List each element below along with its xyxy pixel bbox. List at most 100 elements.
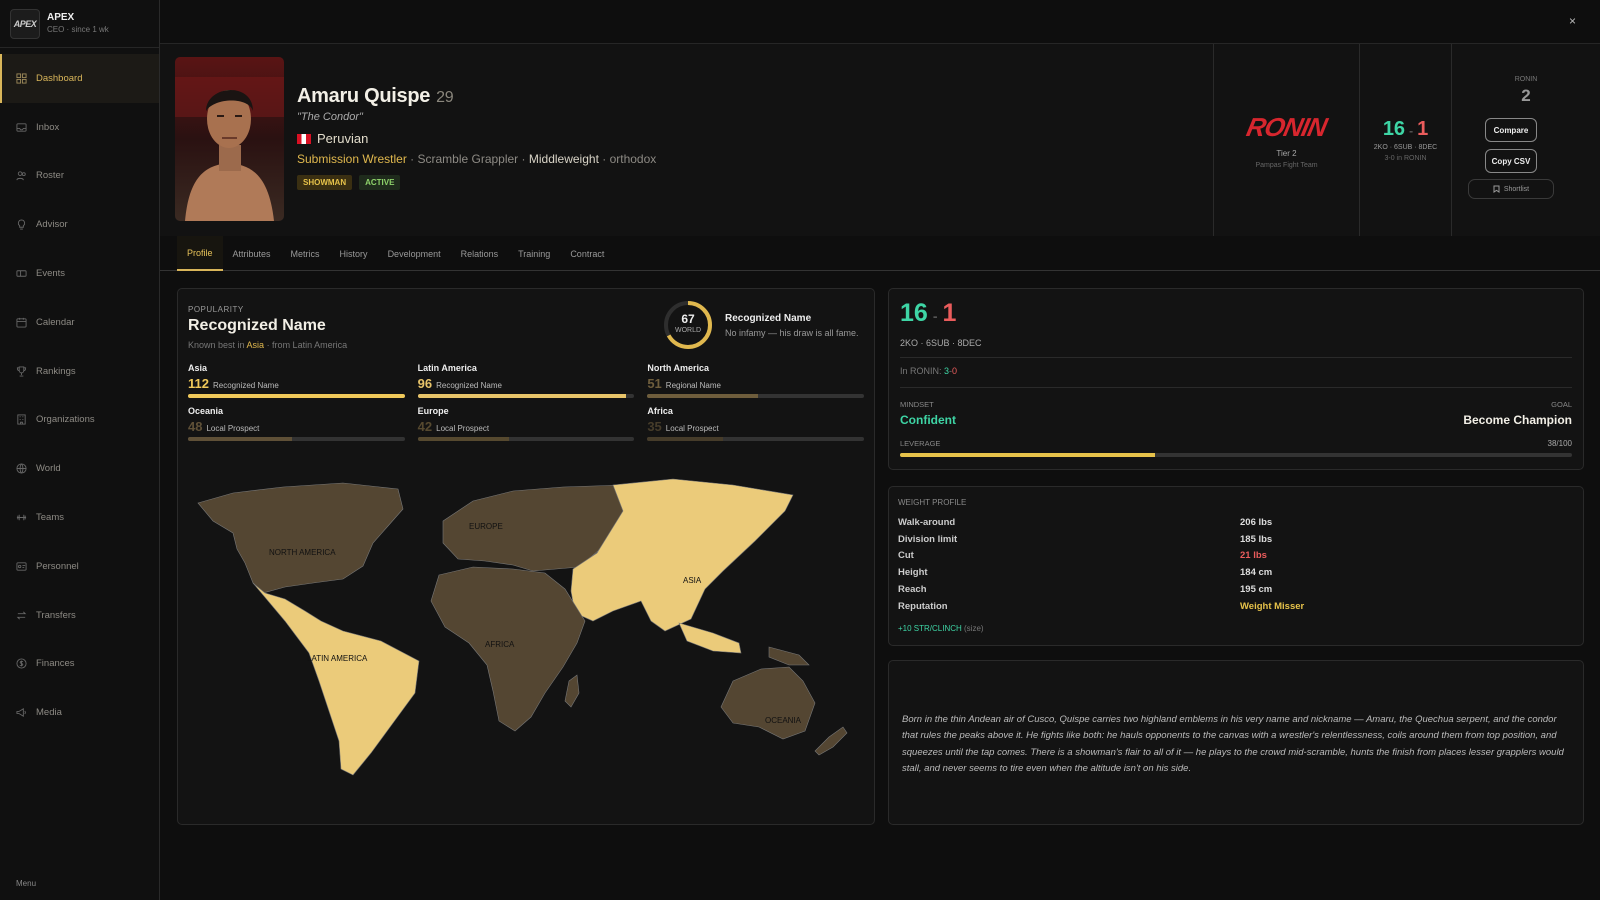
- sidebar-item-label: Transfers: [36, 609, 76, 621]
- map-new-zealand[interactable]: [814, 726, 848, 756]
- region-asia: Asia 112 Recognized Name: [188, 363, 405, 398]
- sidebar-item-label: Events: [36, 268, 66, 280]
- region-name: Europe: [417, 406, 449, 416]
- sidebar-item-label: World: [36, 463, 61, 475]
- record-summary: 16-1: [1382, 118, 1429, 140]
- actions-panel: RONIN 2 Compare Copy CSV Shortlist: [1451, 44, 1600, 236]
- sidebar-item-label: Personnel: [36, 560, 79, 572]
- region-tier: Local Prospect: [206, 424, 260, 433]
- sidebar-item-advisor[interactable]: Advisor: [0, 200, 159, 249]
- world-popularity-score: 67: [681, 312, 695, 326]
- weight-row-walk-around: Walk-around 206 lbs: [898, 514, 1578, 531]
- map-new-guinea[interactable]: [768, 646, 810, 666]
- region-tier: Local Prospect: [665, 424, 719, 433]
- weight-row-value: Weight Misser: [1240, 600, 1305, 612]
- region-bar: [188, 394, 405, 398]
- tab-history[interactable]: History: [330, 236, 378, 271]
- grid-icon: [16, 73, 27, 84]
- sidebar-item-rankings[interactable]: Rankings: [0, 347, 159, 396]
- compare-button[interactable]: Compare: [1485, 118, 1537, 142]
- sidebar-item-roster[interactable]: Roster: [0, 152, 159, 201]
- tab-metrics[interactable]: Metrics: [281, 236, 330, 271]
- map-madagascar[interactable]: [564, 674, 580, 708]
- leverage-bar-fill: [900, 453, 1156, 457]
- popularity-status: Recognized Name No infamy — his draw is …: [725, 313, 859, 338]
- region-bar: [188, 437, 405, 441]
- tab-relations[interactable]: Relations: [451, 236, 509, 271]
- shortlist-button[interactable]: Shortlist: [1468, 179, 1554, 199]
- weight-bonus: +10 STR/CLINCH (size): [898, 624, 984, 633]
- sidebar-item-dashboard[interactable]: Dashboard: [0, 54, 159, 103]
- id-card-icon: [16, 561, 27, 572]
- leverage-label: LEVERAGE: [900, 439, 941, 448]
- users-icon: [16, 170, 27, 181]
- tab-contract[interactable]: Contract: [560, 236, 614, 271]
- weight-profile-card: WEIGHT PROFILE Walk-around 206 lbs Divisio…: [888, 486, 1584, 646]
- weight-row-label: Height: [898, 567, 928, 579]
- fighter-badges: SHOWMAN ACTIVE: [297, 175, 401, 190]
- peru-flag-icon: [297, 133, 311, 144]
- weight-row-value: 206 lbs: [1240, 516, 1273, 528]
- ronin-logo: RONIN: [1244, 111, 1330, 142]
- fighter-name: Amaru Quispe 29: [297, 85, 454, 107]
- tab-attributes[interactable]: Attributes: [223, 236, 281, 271]
- portrait-figure: [175, 77, 284, 221]
- map-se-asia-islands[interactable]: [678, 622, 742, 654]
- sidebar-item-transfers[interactable]: Transfers: [0, 591, 159, 640]
- map-africa[interactable]: [430, 566, 586, 732]
- weight-row-label: Division limit: [898, 533, 958, 545]
- sidebar-item-events[interactable]: Events: [0, 249, 159, 298]
- sidebar-item-organizations[interactable]: Organizations: [0, 396, 159, 445]
- region-tier: Regional Name: [665, 381, 721, 390]
- region-name: Oceania: [188, 406, 224, 416]
- world-popularity-map: NORTH AMERICA EUROPE ASIA LATIN AMERICA …: [197, 478, 848, 776]
- menu-toggle[interactable]: Menu: [16, 879, 36, 888]
- biography-card: Born in the thin Andean air of Cusco, Qu…: [888, 660, 1584, 825]
- sidebar-item-label: Calendar: [36, 316, 75, 328]
- region-bar-fill: [188, 437, 292, 441]
- map-latin-america[interactable]: [252, 582, 420, 776]
- sidebar-item-inbox[interactable]: Inbox: [0, 103, 159, 152]
- map-label-europe: EUROPE: [469, 522, 503, 531]
- region-score: 96 Recognized Name: [417, 376, 502, 391]
- weight-row-label: Cut: [898, 550, 914, 562]
- showman-badge: SHOWMAN: [297, 175, 353, 190]
- world-label: WORLD: [674, 327, 702, 334]
- organization-panel[interactable]: RONIN Tier 2 Pampas Fight Team: [1213, 44, 1359, 236]
- region-score: 48 Local Prospect: [188, 419, 260, 434]
- weight-row-label: Reputation: [898, 600, 948, 612]
- region-name: Asia: [188, 363, 208, 373]
- brand-header[interactable]: APEX APEX CEO · since 1 wk: [0, 0, 159, 48]
- sidebar-item-personnel[interactable]: Personnel: [0, 542, 159, 591]
- sidebar-item-calendar[interactable]: Calendar: [0, 298, 159, 347]
- org-tier: Tier 2: [1276, 148, 1297, 158]
- tab-training[interactable]: Training: [508, 236, 560, 271]
- sidebar-item-media[interactable]: Media: [0, 688, 159, 737]
- tab-profile[interactable]: Profile: [177, 236, 223, 271]
- close-icon[interactable]: ×: [1569, 14, 1576, 28]
- tab-development[interactable]: Development: [378, 236, 451, 271]
- region-grid: Asia 112 Recognized Name Latin America 96 Rec…: [188, 363, 864, 441]
- map-north-america[interactable]: [197, 482, 404, 594]
- primary-style: Submission Wrestler: [297, 152, 407, 166]
- globe-icon: [16, 463, 27, 474]
- popularity-card: POPULARITY Recognized Name Known best in…: [177, 288, 875, 825]
- region-name: Latin America: [417, 363, 477, 373]
- popularity-title: Recognized Name: [188, 317, 326, 334]
- active-badge: ACTIVE: [359, 175, 401, 190]
- sidebar-item-finances[interactable]: Finances: [0, 640, 159, 689]
- region-latin-america: Latin America 96 Recognized Name: [417, 363, 635, 398]
- topbar: ×: [160, 0, 1600, 44]
- sidebar-item-world[interactable]: World: [0, 444, 159, 493]
- fighter-style-line: Submission Wrestler · Scramble Grappler …: [297, 152, 656, 166]
- region-score: 42 Local Prospect: [417, 419, 490, 434]
- sidebar-item-label: Advisor: [36, 219, 68, 231]
- copy-csv-button[interactable]: Copy CSV: [1485, 149, 1537, 173]
- sidebar-item-label: Roster: [36, 170, 64, 182]
- popularity-label: POPULARITY: [188, 305, 244, 314]
- map-oceania[interactable]: [720, 666, 816, 740]
- popularity-subtitle: Known best in Asia · from Latin America: [188, 340, 348, 350]
- sidebar-item-teams[interactable]: Teams: [0, 493, 159, 542]
- weight-profile-rows: Walk-around 206 lbs Division limit 185 lbs C…: [898, 514, 1578, 615]
- weight-row-reputation: Reputation Weight Misser: [898, 598, 1578, 615]
